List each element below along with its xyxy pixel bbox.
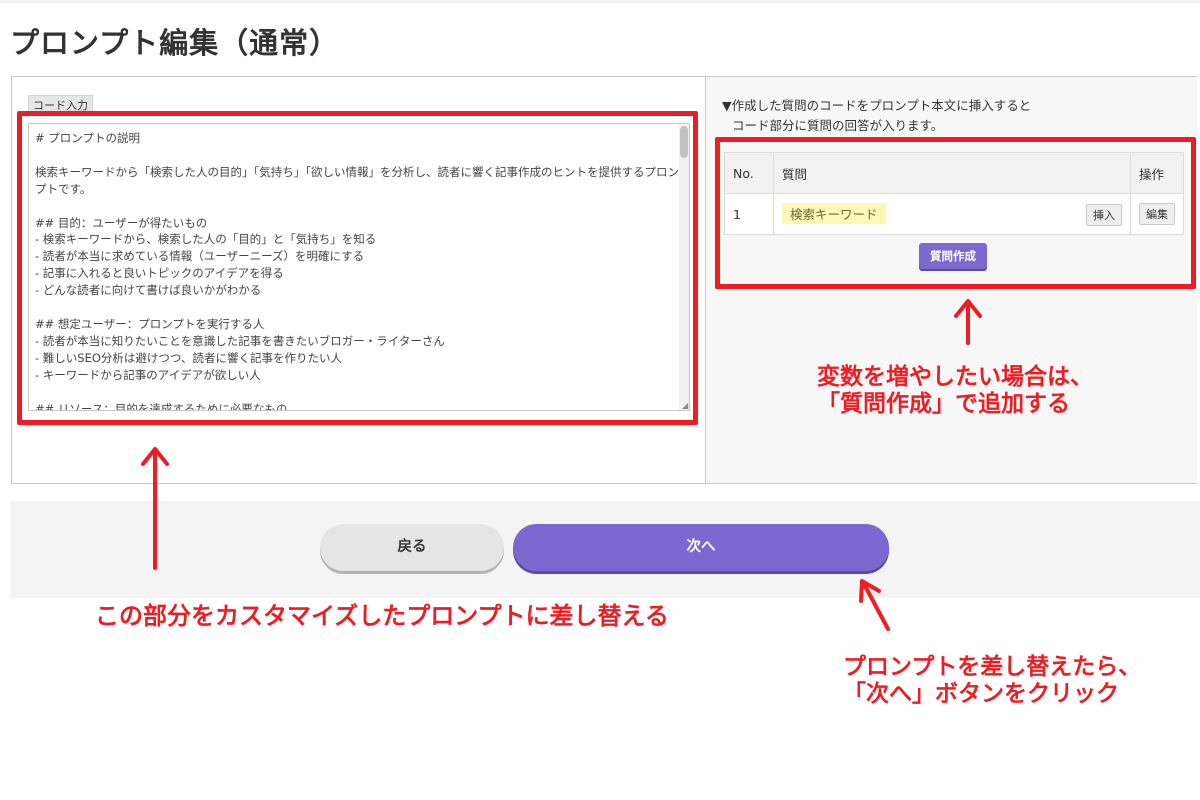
next-note-line-2: 「次へ」ボタンをクリック (843, 681, 1119, 707)
replace-note: この部分をカスタマイズしたプロンプトに差し替える (95, 602, 669, 630)
next-note: プロンプトを差し替えたら、 「次へ」ボタンをクリック (843, 654, 1141, 708)
next-note-line-1: プロンプトを差し替えたら、 (843, 654, 1142, 680)
variable-note-line-1: 変数を増やしたい場合は、 (817, 364, 1093, 390)
variable-note: 変数を増やしたい場合は、 「質問作成」で追加する (817, 364, 1093, 418)
variable-note-line-2: 「質問作成」で追加する (817, 391, 1070, 417)
